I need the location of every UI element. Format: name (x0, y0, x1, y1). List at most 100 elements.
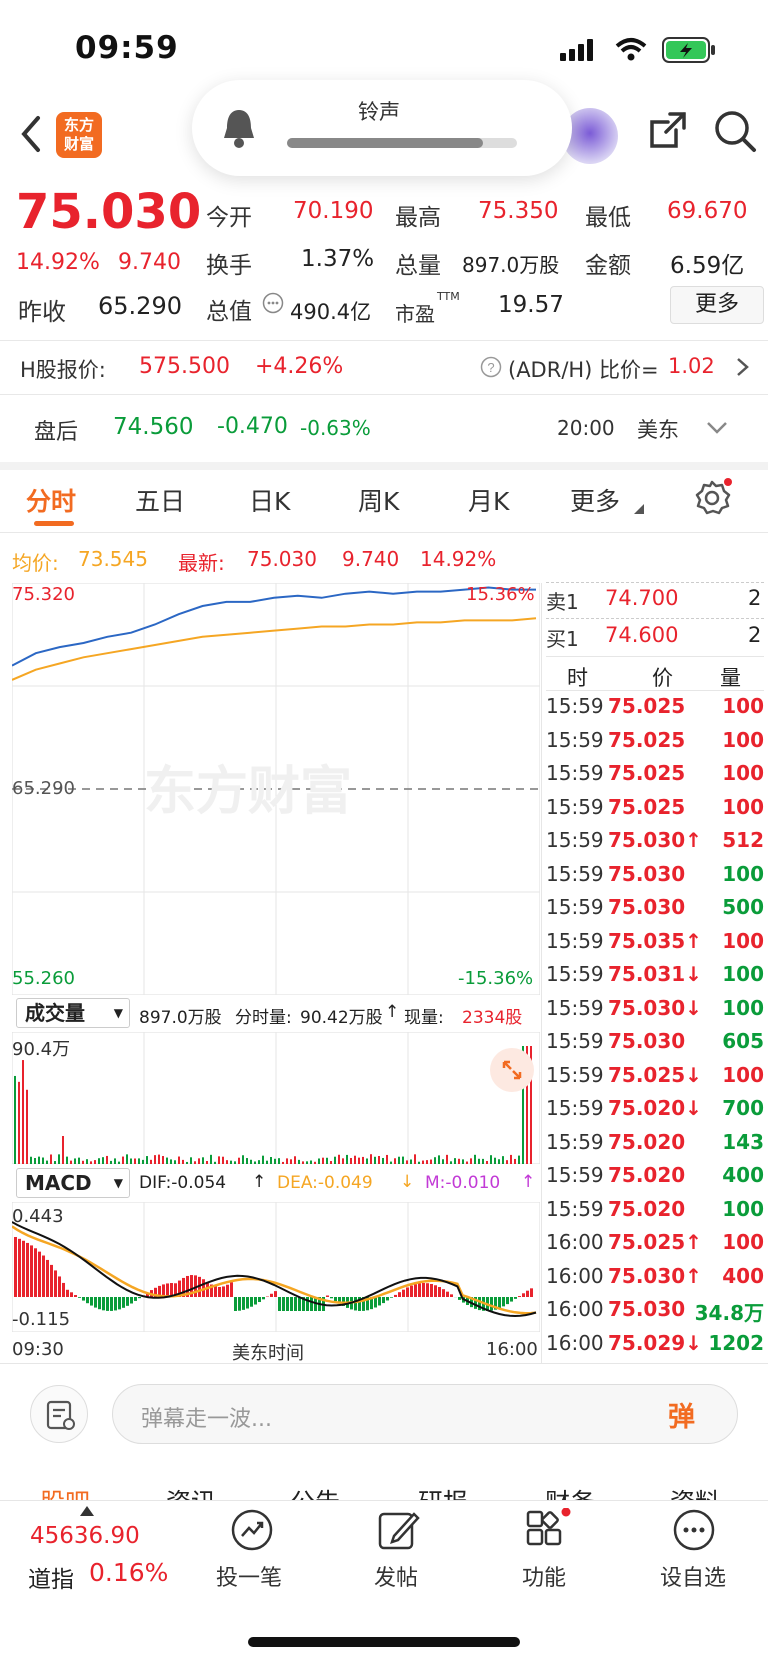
trade-price: 75.025 (608, 694, 686, 718)
tab-more[interactable]: 更多 (570, 482, 620, 518)
nav-post-label[interactable]: 发帖 (374, 1560, 418, 1592)
danmaku-send-button[interactable]: 弹 (668, 1395, 695, 1434)
volume-bar (254, 1161, 256, 1164)
macd-bar (378, 1297, 381, 1306)
danmaku-settings-icon[interactable] (30, 1385, 88, 1443)
volume-bar (330, 1161, 332, 1164)
macd-bar (434, 1285, 437, 1297)
up-triangle-icon (80, 1506, 94, 1516)
total-volume: 897.0万股 (139, 1008, 222, 1028)
sell1-label: 卖1 (546, 590, 579, 614)
volume-bar (90, 1161, 92, 1164)
expand-icon[interactable] (490, 1048, 534, 1092)
help-icon[interactable]: ? (480, 356, 502, 378)
volume-bar (354, 1155, 356, 1164)
trade-row: 15:59 75.030↓ 100 (546, 996, 764, 1029)
volume-bar (182, 1159, 184, 1164)
macd-bar (14, 1237, 17, 1297)
tab-research[interactable]: 研报 (418, 1483, 468, 1501)
volume-selector[interactable]: 成交量 ▼ (16, 998, 130, 1028)
volume-bar (318, 1158, 320, 1164)
macd-bar (78, 1297, 81, 1298)
macd-bar (90, 1297, 93, 1306)
macd-bar (110, 1297, 113, 1311)
macd-bar (226, 1284, 229, 1297)
volume-bar (470, 1158, 472, 1164)
ringtone-toast[interactable]: 铃声 (192, 80, 572, 176)
volume-bar (374, 1156, 376, 1164)
tab-weekly-k[interactable]: 周K (358, 482, 399, 518)
macd-selector[interactable]: MACD ▼ (16, 1168, 130, 1198)
volume-chart[interactable] (12, 1032, 540, 1164)
pct-top-label: 15.36% (466, 584, 535, 605)
volume-bar (306, 1161, 308, 1164)
svg-text:?: ? (487, 360, 494, 375)
trade-price: 75.030 (608, 1297, 686, 1321)
volume-value: 897.0万股 (462, 253, 560, 277)
info-percent: 14.92% (420, 547, 497, 571)
trade-row: 15:59 75.030↑ 512 (546, 828, 764, 861)
tab-five-day[interactable]: 五日 (135, 482, 185, 518)
trade-price: 75.025 (608, 794, 686, 819)
nav-trade-label[interactable]: 投一笔 (216, 1560, 282, 1592)
trade-time: 15:59 (546, 962, 604, 986)
change-value: 9.740 (118, 250, 181, 275)
trade-icon[interactable] (230, 1508, 274, 1552)
nav-watchlist-label[interactable]: 设自选 (660, 1560, 726, 1592)
macd-bar (238, 1297, 241, 1311)
volume-label: 总量 (395, 253, 441, 279)
post-icon[interactable] (376, 1508, 420, 1552)
macd-bar (246, 1297, 249, 1309)
tab-monthly-k[interactable]: 月K (468, 482, 509, 518)
volume-bar (150, 1159, 152, 1164)
back-icon[interactable] (18, 114, 44, 154)
macd-bar (530, 1288, 533, 1297)
tab-intraday[interactable]: 分时 (26, 482, 76, 518)
volume-bar (362, 1156, 364, 1164)
danmaku-input[interactable]: 弹幕走一波... 弹 (112, 1384, 738, 1444)
more-button[interactable]: 更多 (670, 286, 764, 324)
macd-chart[interactable] (12, 1202, 540, 1332)
volume-bar (122, 1156, 124, 1164)
volume-bar (194, 1161, 196, 1164)
volume-bar (518, 1155, 520, 1164)
volume-bar (110, 1160, 112, 1164)
macd-bar (234, 1297, 237, 1311)
volume-bar (290, 1159, 292, 1164)
current-volume-label: 现量: (404, 1008, 444, 1028)
dif-value: DIF:-0.054 (139, 1173, 227, 1193)
volume-bar (126, 1154, 128, 1164)
more-dots-icon[interactable] (672, 1508, 716, 1552)
index-value[interactable]: 45636.90 (30, 1523, 140, 1549)
functions-icon[interactable] (524, 1508, 572, 1552)
tab-financial[interactable]: 财务 (545, 1483, 595, 1501)
volume-selector-label: 成交量 (25, 1001, 85, 1025)
volume-bar (14, 1075, 16, 1164)
tab-profile[interactable]: 资料 (670, 1483, 720, 1501)
search-icon[interactable] (712, 108, 758, 154)
ringtone-volume-slider[interactable] (287, 138, 517, 148)
low-label: 最低 (585, 205, 631, 231)
tab-announcement[interactable]: 公告 (290, 1483, 340, 1501)
tab-news[interactable]: 资讯 (166, 1483, 216, 1501)
turnover-value: 1.37% (301, 246, 375, 272)
current-volume: 2334股 (462, 1008, 523, 1028)
chevron-down-icon (707, 422, 727, 434)
tab-daily-k[interactable]: 日K (249, 482, 290, 518)
macd-bar (54, 1270, 57, 1297)
volume-bar (166, 1157, 168, 1164)
settings-icon[interactable] (694, 478, 734, 518)
volume-bar (394, 1158, 396, 1164)
macd-bar (134, 1297, 137, 1301)
mktcap-label: 总值 (206, 299, 252, 325)
trade-row: 15:59 75.035↑ 100 (546, 929, 764, 962)
volume-bar (42, 1157, 44, 1164)
intraday-price-chart[interactable]: 东方财富 (12, 583, 540, 995)
info-dots-icon[interactable] (262, 292, 284, 314)
nav-functions-label[interactable]: 功能 (522, 1560, 566, 1592)
tab-guba[interactable]: 股吧 (40, 1483, 90, 1501)
volume-bar (54, 1161, 56, 1164)
share-icon[interactable] (646, 108, 690, 152)
volume-bar (454, 1158, 456, 1164)
macd-bar (34, 1248, 37, 1297)
